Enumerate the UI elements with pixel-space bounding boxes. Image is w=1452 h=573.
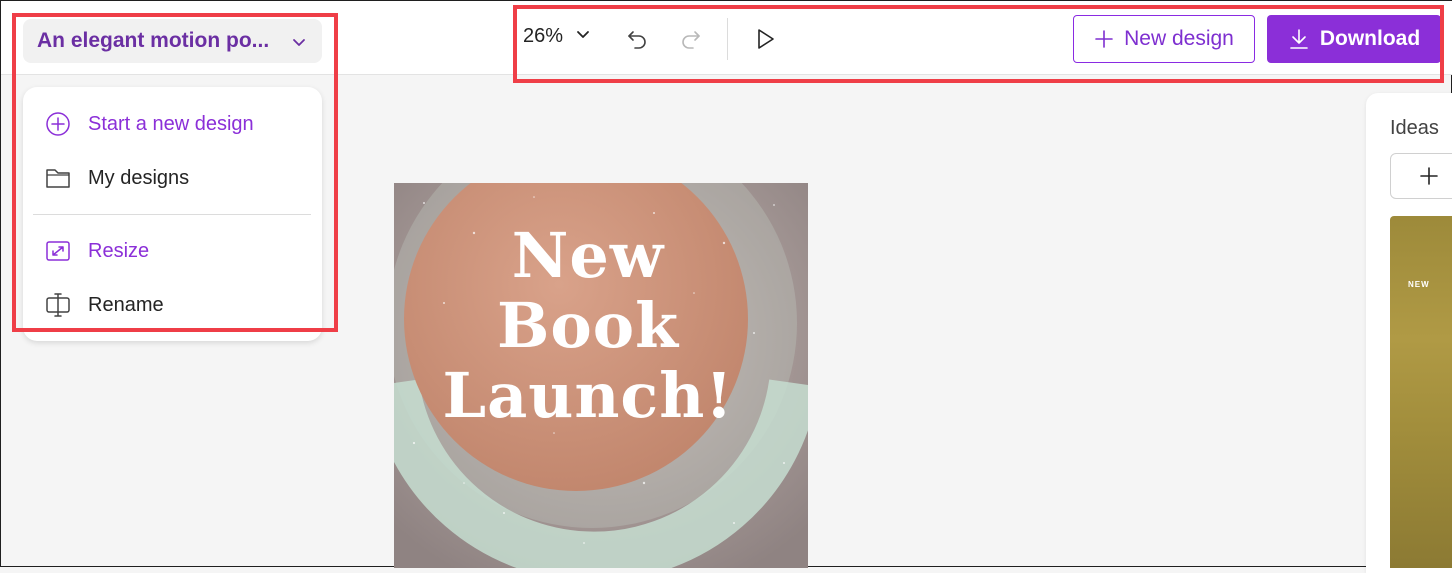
menu-item-label: My designs: [88, 166, 190, 189]
download-label: Download: [1319, 27, 1421, 50]
headline-line: Launch!: [442, 359, 734, 432]
idea-thumbnail[interactable]: NEW: [1390, 216, 1452, 568]
menu-item-label: Start a new design: [88, 112, 254, 135]
headline-line: Book: [496, 289, 680, 362]
chevron-down-icon: [289, 32, 309, 57]
menu-item-label: Resize: [88, 239, 150, 262]
ideas-title: Ideas: [1390, 117, 1439, 139]
menu-item-label: Rename: [88, 293, 164, 316]
download-icon: [1288, 28, 1310, 50]
chevron-down-icon: [575, 26, 591, 47]
undo-button[interactable]: [623, 25, 651, 53]
menu-item-resize[interactable]: Resize: [45, 238, 149, 264]
folder-icon: [45, 165, 71, 191]
design-title: An elegant motion po...: [37, 29, 270, 52]
menu-item-my-designs[interactable]: My designs: [45, 165, 189, 191]
toolbar-divider: [727, 18, 728, 60]
idea-thumbnail-text: NEW: [1408, 280, 1430, 289]
play-icon: [758, 29, 774, 49]
new-design-button[interactable]: New design: [1073, 15, 1255, 63]
zoom-dropdown[interactable]: 26%: [523, 25, 591, 48]
design-title-dropdown[interactable]: An elegant motion po...: [23, 19, 322, 63]
plus-circle-icon: [45, 111, 71, 137]
menu-divider: [33, 214, 311, 215]
design-canvas[interactable]: New Book Launch!: [394, 183, 808, 568]
top-toolbar: An elegant motion po... 26% New design D…: [1, 1, 1452, 75]
menu-item-start-new-design[interactable]: Start a new design: [45, 111, 254, 137]
headline-line: New: [511, 219, 665, 292]
poster-headline[interactable]: New Book Launch!: [394, 221, 782, 431]
redo-icon: [682, 31, 700, 49]
download-button[interactable]: Download: [1267, 15, 1441, 63]
play-button[interactable]: [751, 25, 779, 53]
new-design-label: New design: [1124, 27, 1234, 50]
ideas-add-button[interactable]: [1390, 153, 1452, 199]
zoom-level: 26%: [523, 25, 564, 47]
resize-icon: [45, 238, 71, 264]
rename-icon: [45, 292, 71, 318]
file-menu: Start a new design My designs Resize Ren…: [23, 87, 322, 341]
plus-icon: [1420, 167, 1438, 185]
undo-icon: [628, 31, 646, 49]
menu-item-rename[interactable]: Rename: [45, 292, 164, 318]
ideas-panel: Ideas NEW: [1366, 93, 1452, 573]
redo-button[interactable]: [677, 25, 705, 53]
plus-icon: [1094, 29, 1114, 49]
